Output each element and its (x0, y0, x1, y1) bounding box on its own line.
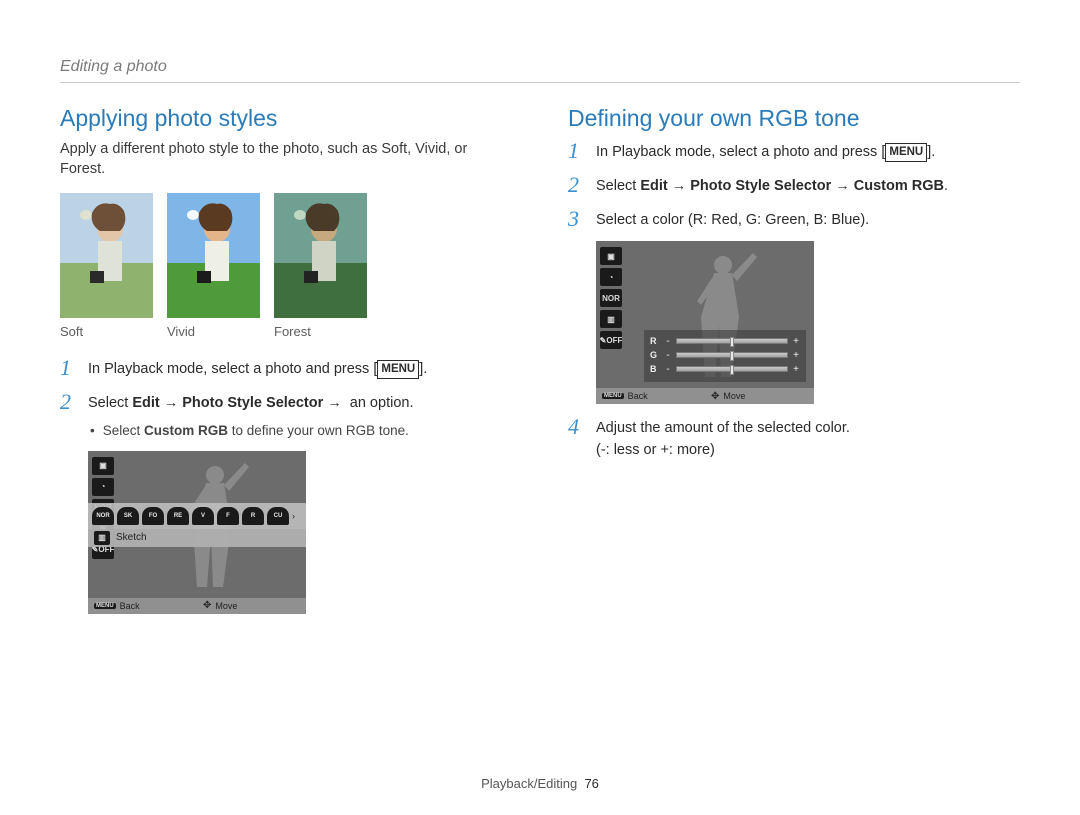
move-icon: ✥ (203, 600, 211, 611)
lcd-footer-back: Back (628, 391, 648, 401)
slider-track-r (676, 338, 788, 344)
lcd-icon: NOR (600, 289, 622, 307)
menu-mini-icon: MENU (602, 393, 624, 399)
intro-text: Apply a different photo style to the pho… (60, 140, 512, 179)
style-icon: FO (142, 507, 164, 525)
style-icon: SK (117, 507, 139, 525)
slider-label-b: B (650, 364, 660, 374)
style-icon: RE (167, 507, 189, 525)
step-1-text: In Playback mode, select a photo and pre… (596, 140, 935, 164)
slider-thumb-g (730, 351, 734, 361)
move-icon: ✥ (711, 391, 719, 402)
step-number: 1 (568, 140, 586, 162)
style-thumbnails (60, 193, 512, 318)
lcd-rgb: ▣ ◔ NOR ▥ ✎OFF R - + G - (596, 241, 814, 404)
slider-track-b (676, 366, 788, 372)
lcd-footer-move: Move (215, 601, 237, 611)
lcd-icon: ▣ (600, 247, 622, 265)
menu-badge: MENU (885, 143, 927, 162)
lcd-footer-back: Back (120, 601, 140, 611)
step-4-text: Adjust the amount of the selected color.… (596, 416, 850, 462)
menu-mini-icon: MENU (94, 603, 116, 609)
style-selected-label: Sketch (116, 532, 147, 543)
step-number: 3 (568, 208, 586, 230)
slider-thumb-b (730, 365, 734, 375)
style-icon: F (217, 507, 239, 525)
breadcrumb: Editing a photo (60, 58, 1020, 83)
thumb-label-soft: Soft (60, 324, 153, 339)
thumb-vivid (167, 193, 260, 318)
rgb-sliders: R - + G - + B - + (644, 330, 806, 382)
style-icon: CU (267, 507, 289, 525)
step-3-text: Select a color (R: Red, G: Green, B: Blu… (596, 208, 869, 232)
menu-badge: MENU (377, 360, 419, 379)
step-number: 2 (60, 391, 78, 413)
slider-track-g (676, 352, 788, 358)
lcd-icon: ◔ (600, 268, 622, 286)
lcd-icon: ▥ (600, 310, 622, 328)
lcd-icon: ▣ (92, 457, 114, 475)
style-icon: R (242, 507, 264, 525)
step-number: 1 (60, 357, 78, 379)
step-2-text: Select EditPhoto Style SelectorCustom RG… (596, 174, 948, 198)
slider-label-g: G (650, 350, 660, 360)
thumb-soft (60, 193, 153, 318)
style-scroll-indicator: › (292, 511, 298, 521)
slider-label-r: R (650, 336, 660, 346)
step-number: 2 (568, 174, 586, 196)
thumb-label-forest: Forest (274, 324, 367, 339)
lcd-footer-move: Move (723, 391, 745, 401)
thumb-label-vivid: Vivid (167, 324, 260, 339)
page-footer: Playback/Editing 76 (0, 776, 1080, 791)
left-column: Applying photo styles Apply a different … (60, 105, 512, 614)
heading-applying-photo-styles: Applying photo styles (60, 105, 512, 132)
style-icon: V (192, 507, 214, 525)
step-2-text: Select EditPhoto Style Selector an optio… (88, 391, 413, 441)
lcd-photo-style: ▣ ◔ NOR ▥ ✎OFF NOR SK FO RE V F R C (88, 451, 306, 614)
step-1-text: In Playback mode, select a photo and pre… (88, 357, 427, 381)
lcd-icon: ✎OFF (600, 331, 622, 349)
style-selected-icon: ▥ (94, 531, 110, 545)
lcd-icon: ◔ (92, 478, 114, 496)
lcd-style-strip: NOR SK FO RE V F R CU › ▥ Sketch (88, 503, 306, 547)
thumb-labels: Soft Vivid Forest (60, 324, 512, 339)
heading-defining-rgb: Defining your own RGB tone (568, 105, 1020, 132)
style-icon: NOR (92, 507, 114, 525)
thumb-forest (274, 193, 367, 318)
slider-thumb-r (730, 337, 734, 347)
right-column: Defining your own RGB tone 1 In Playback… (568, 105, 1020, 614)
step-number: 4 (568, 416, 586, 438)
